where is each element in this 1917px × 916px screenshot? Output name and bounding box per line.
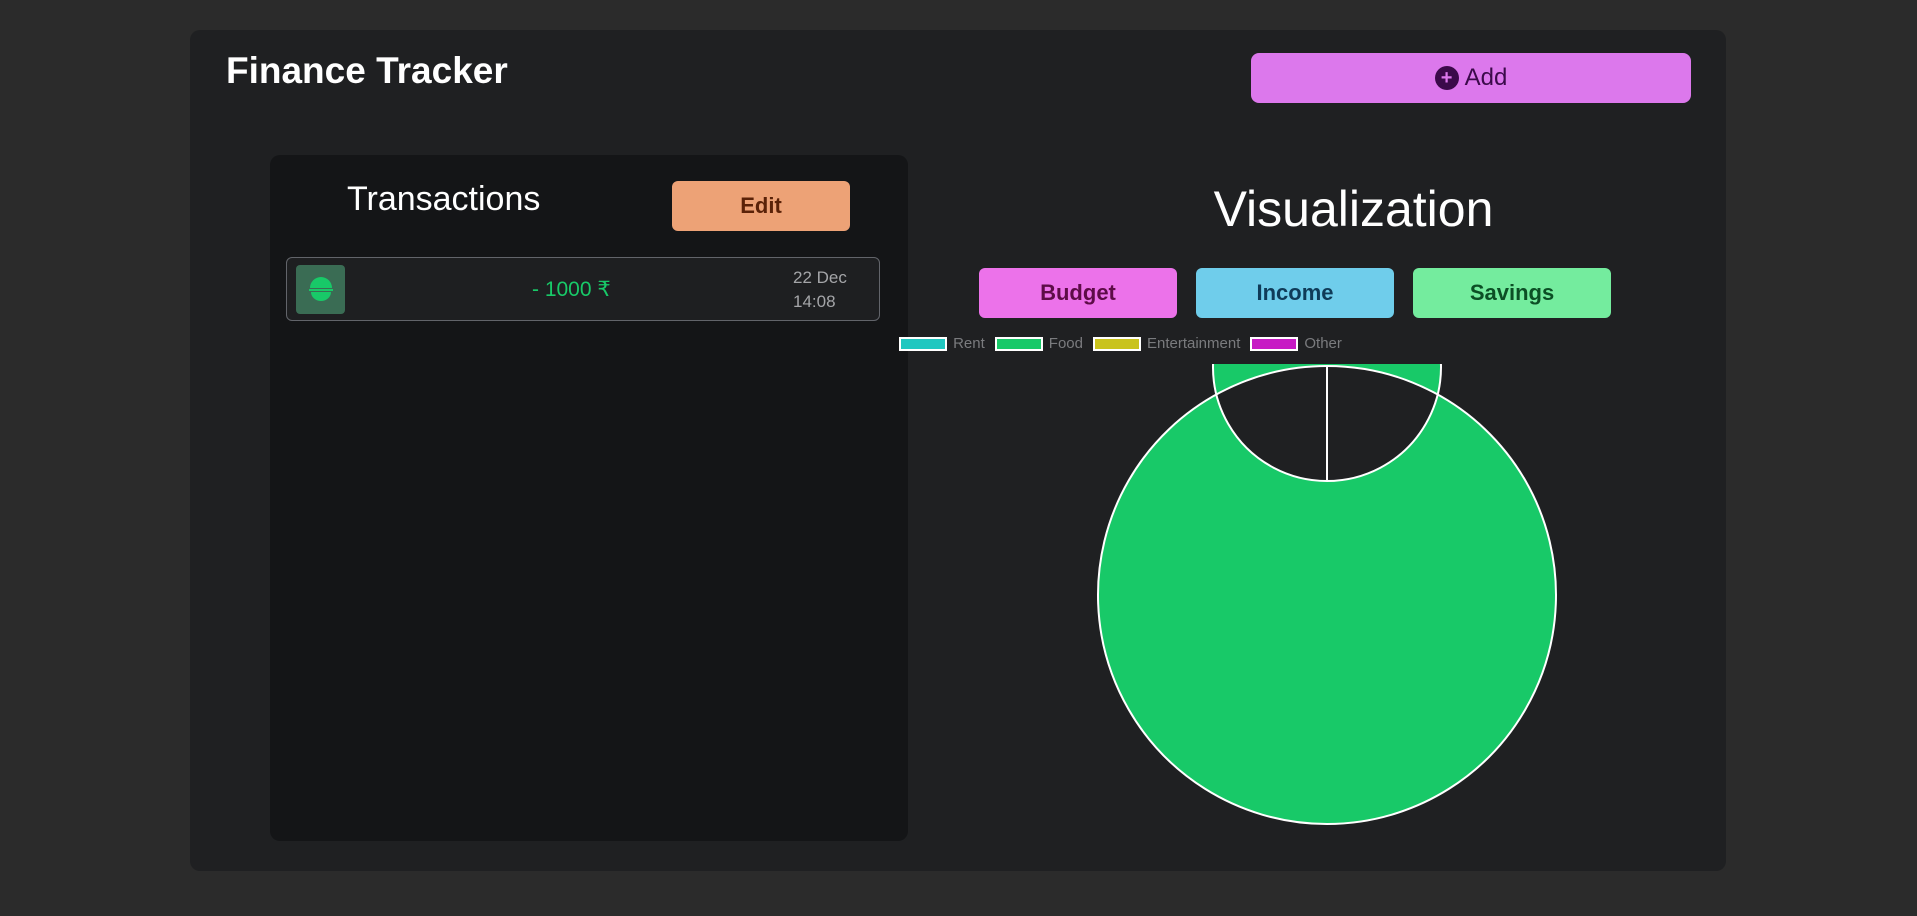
transaction-datetime: 22 Dec 14:08 (793, 266, 847, 314)
visualization-title: Visualization (1213, 181, 1494, 237)
add-button[interactable]: + Add (1251, 53, 1691, 103)
food-bowl-icon (296, 265, 345, 314)
legend-item-other[interactable]: Other (1250, 335, 1342, 352)
transaction-amount: - 1000 ₹ (532, 278, 611, 301)
finance-tracker-app: Finance Tracker + Add Transactions Edit … (190, 30, 1726, 871)
legend-label: Entertainment (1146, 335, 1241, 352)
legend-item-food[interactable]: Food (994, 335, 1083, 352)
legend-label: Other (1304, 335, 1342, 352)
chart-legend: Rent Food Entertainment Other (190, 335, 1726, 352)
legend-swatch (899, 336, 948, 351)
legend-item-rent[interactable]: Rent (899, 335, 985, 352)
transaction-time: 14:08 (793, 292, 836, 311)
transaction-row[interactable]: - 1000 ₹ 22 Dec 14:08 (286, 257, 880, 321)
legend-label: Food (1048, 335, 1083, 352)
app-title: Finance Tracker (226, 50, 508, 91)
expense-donut-chart (1097, 364, 1557, 825)
legend-label: Rent (953, 335, 985, 352)
transaction-date: 22 Dec (793, 268, 847, 287)
budget-button[interactable]: Budget (979, 268, 1177, 318)
plus-circle-icon: + (1434, 66, 1459, 90)
legend-item-entertainment[interactable]: Entertainment (1092, 335, 1241, 352)
income-button[interactable]: Income (1196, 268, 1394, 318)
edit-button[interactable]: Edit (672, 181, 850, 231)
legend-swatch (1250, 336, 1299, 351)
transactions-title: Transactions (347, 180, 541, 218)
legend-swatch (1092, 336, 1141, 351)
savings-button[interactable]: Savings (1413, 268, 1611, 318)
transactions-panel: Transactions Edit - 1000 ₹ 22 Dec 14:08 (270, 155, 908, 841)
add-button-label: Add (1464, 64, 1508, 91)
legend-swatch (994, 336, 1043, 351)
